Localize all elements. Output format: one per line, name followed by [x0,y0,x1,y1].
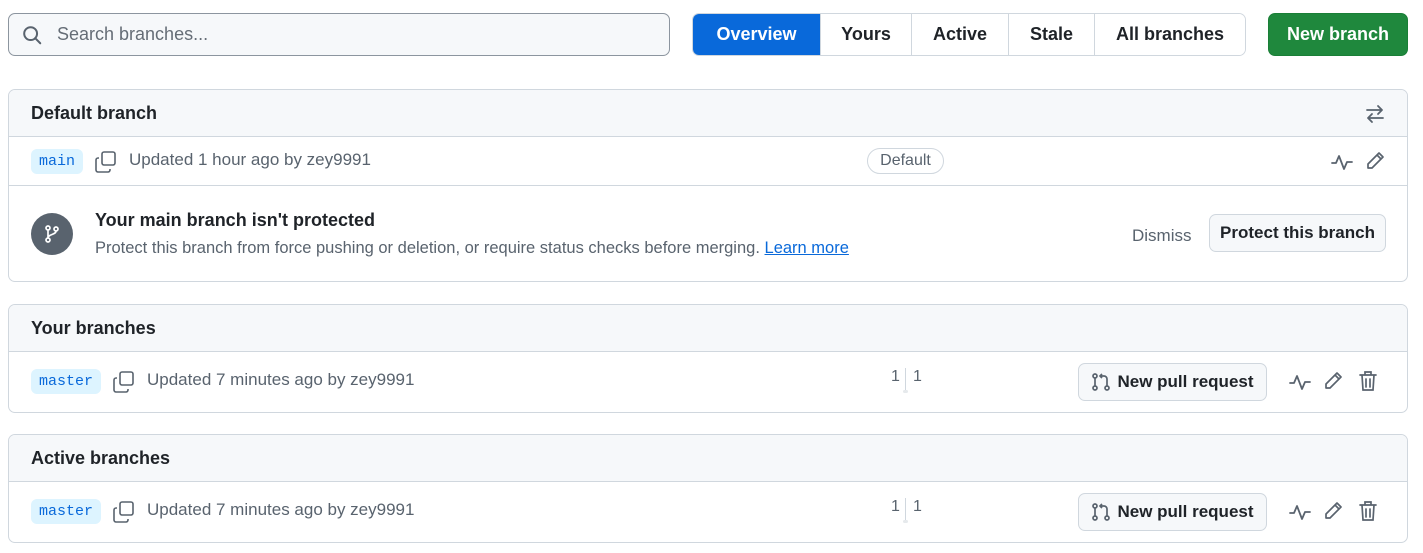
branch-name[interactable]: main [31,149,84,174]
tab-stale[interactable]: Stale [1008,14,1094,55]
trash-icon[interactable] [1358,500,1378,522]
divider-dot [903,390,908,393]
default-badge: Default [867,148,944,174]
new-pull-request-label: New pull request [1117,502,1254,521]
branch-updated: Updated 1 hour ago by zey9991 [129,150,371,169]
git-pull-request-icon [1092,373,1111,391]
section-title: Default branch [31,102,158,123]
section-header: Your branches [9,305,1407,352]
tab-active[interactable]: Active [911,14,1008,55]
your-branches-section: Your branches master Updated 7 minutes a… [8,304,1408,413]
pencil-icon[interactable] [1323,501,1343,521]
ahead-behind-count: 1 1 [891,498,931,528]
search-box[interactable] [8,13,670,56]
tab-overview[interactable]: Overview [693,14,820,55]
default-branch-section: Default branch main Updated 1 hour ago b… [8,89,1408,282]
active-branches-section: Active branches master Updated 7 minutes… [8,434,1408,543]
search-input[interactable] [55,23,635,46]
copy-icon[interactable] [95,151,117,173]
activity-icon[interactable] [1289,372,1311,392]
copy-icon[interactable] [113,501,135,523]
divider [905,368,906,392]
new-branch-button[interactable]: New branch [1268,13,1408,56]
branch-filter-tabs: Overview Yours Active Stale All branches [692,13,1246,56]
ahead-count: 1 [913,498,922,515]
trash-icon[interactable] [1358,370,1378,392]
protect-title: Your main branch isn't protected [95,210,375,230]
ahead-behind-count: 1 1 [891,368,931,398]
copy-icon[interactable] [113,371,135,393]
branch-updated: Updated 7 minutes ago by zey9991 [147,500,415,519]
section-header: Default branch [9,90,1407,137]
branch-name[interactable]: master [31,499,102,524]
behind-count: 1 [891,368,900,385]
tab-yours[interactable]: Yours [820,14,911,55]
search-icon [23,25,42,44]
divider-dot [903,520,908,523]
section-header: Active branches [9,435,1407,482]
behind-count: 1 [891,498,900,515]
tab-all-branches[interactable]: All branches [1094,14,1245,55]
learn-more-link[interactable]: Learn more [765,239,849,257]
new-pull-request-button[interactable]: New pull request [1078,363,1267,401]
protect-branch-banner: Your main branch isn't protected Protect… [9,185,1407,280]
section-title: Your branches [31,317,156,338]
branch-row: master Updated 7 minutes ago by zey9991 … [9,352,1407,412]
branch-name[interactable]: master [31,369,102,394]
pencil-icon[interactable] [1365,151,1385,171]
git-pull-request-icon [1092,503,1111,521]
protect-description-text: Protect this branch from force pushing o… [95,239,760,257]
git-branch-icon [31,213,73,255]
activity-icon[interactable] [1331,152,1353,172]
branch-updated: Updated 7 minutes ago by zey9991 [147,370,415,389]
protect-description: Protect this branch from force pushing o… [95,239,849,258]
branch-toolbar: Overview Yours Active Stale All branches… [8,13,1408,56]
activity-icon[interactable] [1289,502,1311,522]
branch-row: main Updated 1 hour ago by zey9991 Defau… [9,137,1407,185]
dismiss-button[interactable]: Dismiss [1132,226,1192,246]
new-pull-request-label: New pull request [1117,372,1254,391]
ahead-count: 1 [913,368,922,385]
new-pull-request-button[interactable]: New pull request [1078,493,1267,531]
section-title: Active branches [31,447,171,468]
branch-row: master Updated 7 minutes ago by zey9991 … [9,482,1407,542]
protect-branch-button[interactable]: Protect this branch [1209,214,1386,252]
pencil-icon[interactable] [1323,371,1343,391]
switch-arrows-icon[interactable] [1365,104,1385,124]
divider [905,498,906,522]
